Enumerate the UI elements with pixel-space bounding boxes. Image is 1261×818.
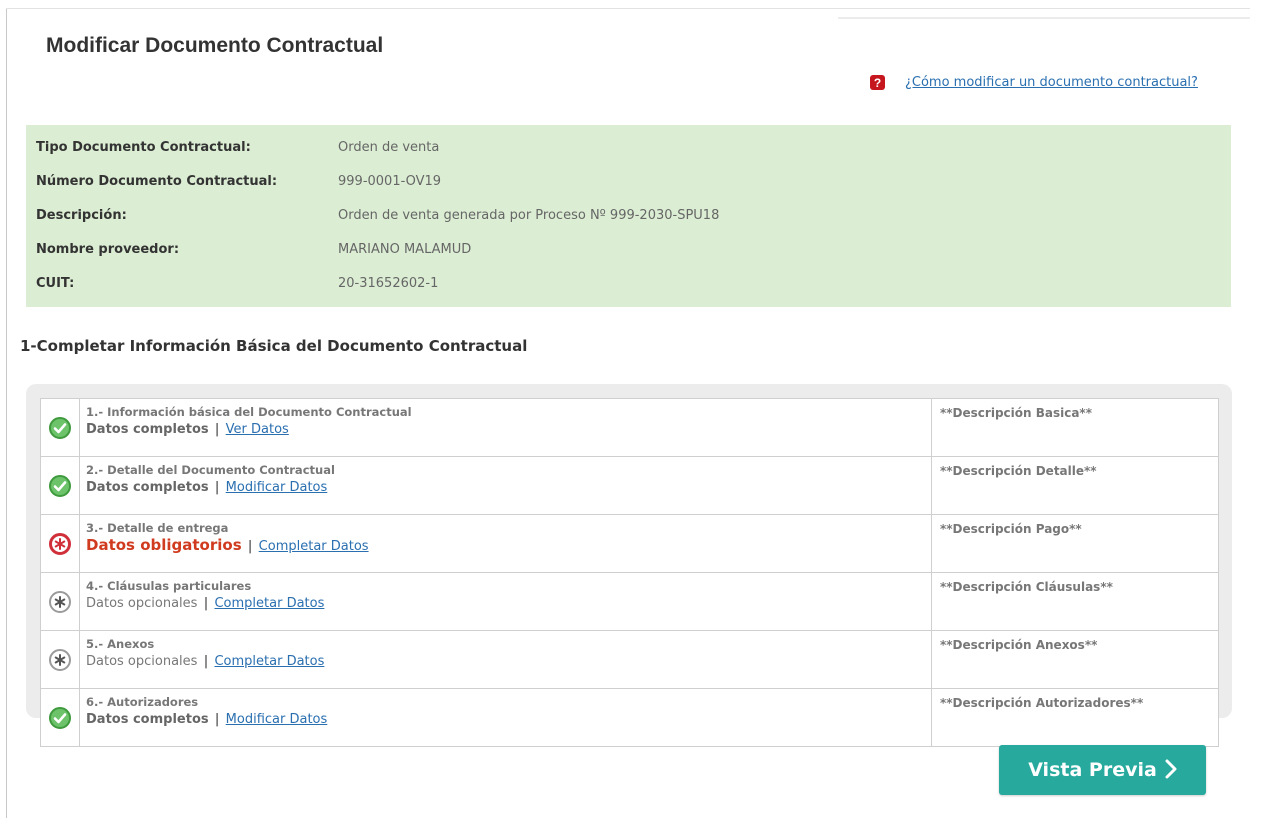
step-main-cell: 3.- Detalle de entrega Datos obligatorio… xyxy=(79,514,932,573)
info-label: Descripción: xyxy=(36,208,127,223)
status-text: Datos completos xyxy=(86,480,209,495)
step-icon-cell xyxy=(40,514,80,573)
step-description: **Descripción Basica** xyxy=(931,398,1219,457)
info-value: Orden de venta generada por Proceso Nº 9… xyxy=(338,208,720,223)
status-text: Datos obligatorios xyxy=(86,536,242,554)
separator: | xyxy=(203,654,209,669)
completar-datos-link[interactable]: Completar Datos xyxy=(214,596,324,611)
status-text: Datos completos xyxy=(86,422,209,437)
step-description: **Descripción Anexos** xyxy=(931,630,1219,689)
step-description: **Descripción Detalle** xyxy=(931,456,1219,515)
step-status: Datos opcionales | Completar Datos xyxy=(86,594,931,613)
check-circle-icon xyxy=(49,474,71,497)
step-row: 3.- Detalle de entrega Datos obligatorio… xyxy=(40,514,1219,573)
info-value: 20-31652602-1 xyxy=(338,276,439,291)
question-icon[interactable]: ? xyxy=(870,75,885,90)
section-title: 1-Completar Información Básica del Docum… xyxy=(20,337,528,355)
info-value: Orden de venta xyxy=(338,140,440,155)
step-title: 3.- Detalle de entrega xyxy=(86,521,229,535)
help-section: ? ¿Cómo modificar un documento contractu… xyxy=(870,75,1198,90)
optional-circle-icon xyxy=(49,590,71,613)
info-value: 999-0001-OV19 xyxy=(338,174,442,189)
vista-previa-button[interactable]: Vista Previa xyxy=(999,745,1206,795)
step-title: 1.- Información básica del Documento Con… xyxy=(86,405,412,419)
step-main-cell: 6.- Autorizadores Datos completos | Modi… xyxy=(79,688,932,747)
step-main-cell: 1.- Información básica del Documento Con… xyxy=(79,398,932,457)
step-icon-cell xyxy=(40,630,80,689)
step-status: Datos completos | Modificar Datos xyxy=(86,478,931,497)
info-label: Número Documento Contractual: xyxy=(36,174,278,189)
page-frame-accent xyxy=(838,17,1250,19)
document-info-panel: Tipo Documento Contractual: Orden de ven… xyxy=(26,125,1231,307)
modificar-datos-link[interactable]: Modificar Datos xyxy=(226,480,328,495)
step-title: 6.- Autorizadores xyxy=(86,695,199,709)
help-link[interactable]: ¿Cómo modificar un documento contractual… xyxy=(905,75,1198,90)
status-text: Datos opcionales xyxy=(86,596,198,611)
step-title: 4.- Cláusulas particulares xyxy=(86,579,252,593)
step-description: **Descripción Pago** xyxy=(931,514,1219,573)
page-frame-top xyxy=(6,8,1250,9)
step-row: 1.- Información básica del Documento Con… xyxy=(40,398,1219,457)
step-description: **Descripción Cláusulas** xyxy=(931,572,1219,631)
chevron-right-icon xyxy=(1165,759,1177,782)
step-main-cell: 2.- Detalle del Documento Contractual Da… xyxy=(79,456,932,515)
modificar-datos-link[interactable]: Modificar Datos xyxy=(226,712,328,727)
status-text: Datos opcionales xyxy=(86,654,198,669)
status-text: Datos completos xyxy=(86,712,209,727)
step-row: 4.- Cláusulas particulares Datos opciona… xyxy=(40,572,1219,631)
step-icon-cell xyxy=(40,688,80,747)
step-main-cell: 4.- Cláusulas particulares Datos opciona… xyxy=(79,572,932,631)
separator: | xyxy=(214,712,220,727)
completar-datos-link[interactable]: Completar Datos xyxy=(259,539,369,554)
check-circle-icon xyxy=(49,706,71,729)
optional-circle-icon xyxy=(49,648,71,671)
separator: | xyxy=(247,539,253,554)
separator: | xyxy=(214,422,220,437)
step-icon-cell xyxy=(40,456,80,515)
step-row: 2.- Detalle del Documento Contractual Da… xyxy=(40,456,1219,515)
page-frame-left xyxy=(6,8,7,818)
separator: | xyxy=(214,480,220,495)
info-value: MARIANO MALAMUD xyxy=(338,242,472,257)
ver-datos-link[interactable]: Ver Datos xyxy=(226,422,289,437)
error-circle-icon xyxy=(49,532,71,555)
step-row: 5.- Anexos Datos opcionales | Completar … xyxy=(40,630,1219,689)
steps-table: 1.- Información básica del Documento Con… xyxy=(40,398,1219,747)
step-title: 2.- Detalle del Documento Contractual xyxy=(86,463,335,477)
step-icon-cell xyxy=(40,398,80,457)
step-status: Datos obligatorios | Completar Datos xyxy=(86,536,931,556)
info-label: Nombre proveedor: xyxy=(36,242,180,257)
step-status: Datos completos | Ver Datos xyxy=(86,420,931,439)
vista-previa-label: Vista Previa xyxy=(1028,759,1157,781)
step-status: Datos opcionales | Completar Datos xyxy=(86,652,931,671)
step-description: **Descripción Autorizadores** xyxy=(931,688,1219,747)
page-title: Modificar Documento Contractual xyxy=(46,34,384,57)
step-status: Datos completos | Modificar Datos xyxy=(86,710,931,729)
step-row: 6.- Autorizadores Datos completos | Modi… xyxy=(40,688,1219,747)
completar-datos-link[interactable]: Completar Datos xyxy=(214,654,324,669)
separator: | xyxy=(203,596,209,611)
step-title: 5.- Anexos xyxy=(86,637,155,651)
step-main-cell: 5.- Anexos Datos opcionales | Completar … xyxy=(79,630,932,689)
steps-panel: 1.- Información básica del Documento Con… xyxy=(26,384,1232,747)
info-label: CUIT: xyxy=(36,276,75,291)
check-circle-icon xyxy=(49,416,71,439)
info-label: Tipo Documento Contractual: xyxy=(36,140,251,155)
step-icon-cell xyxy=(40,572,80,631)
